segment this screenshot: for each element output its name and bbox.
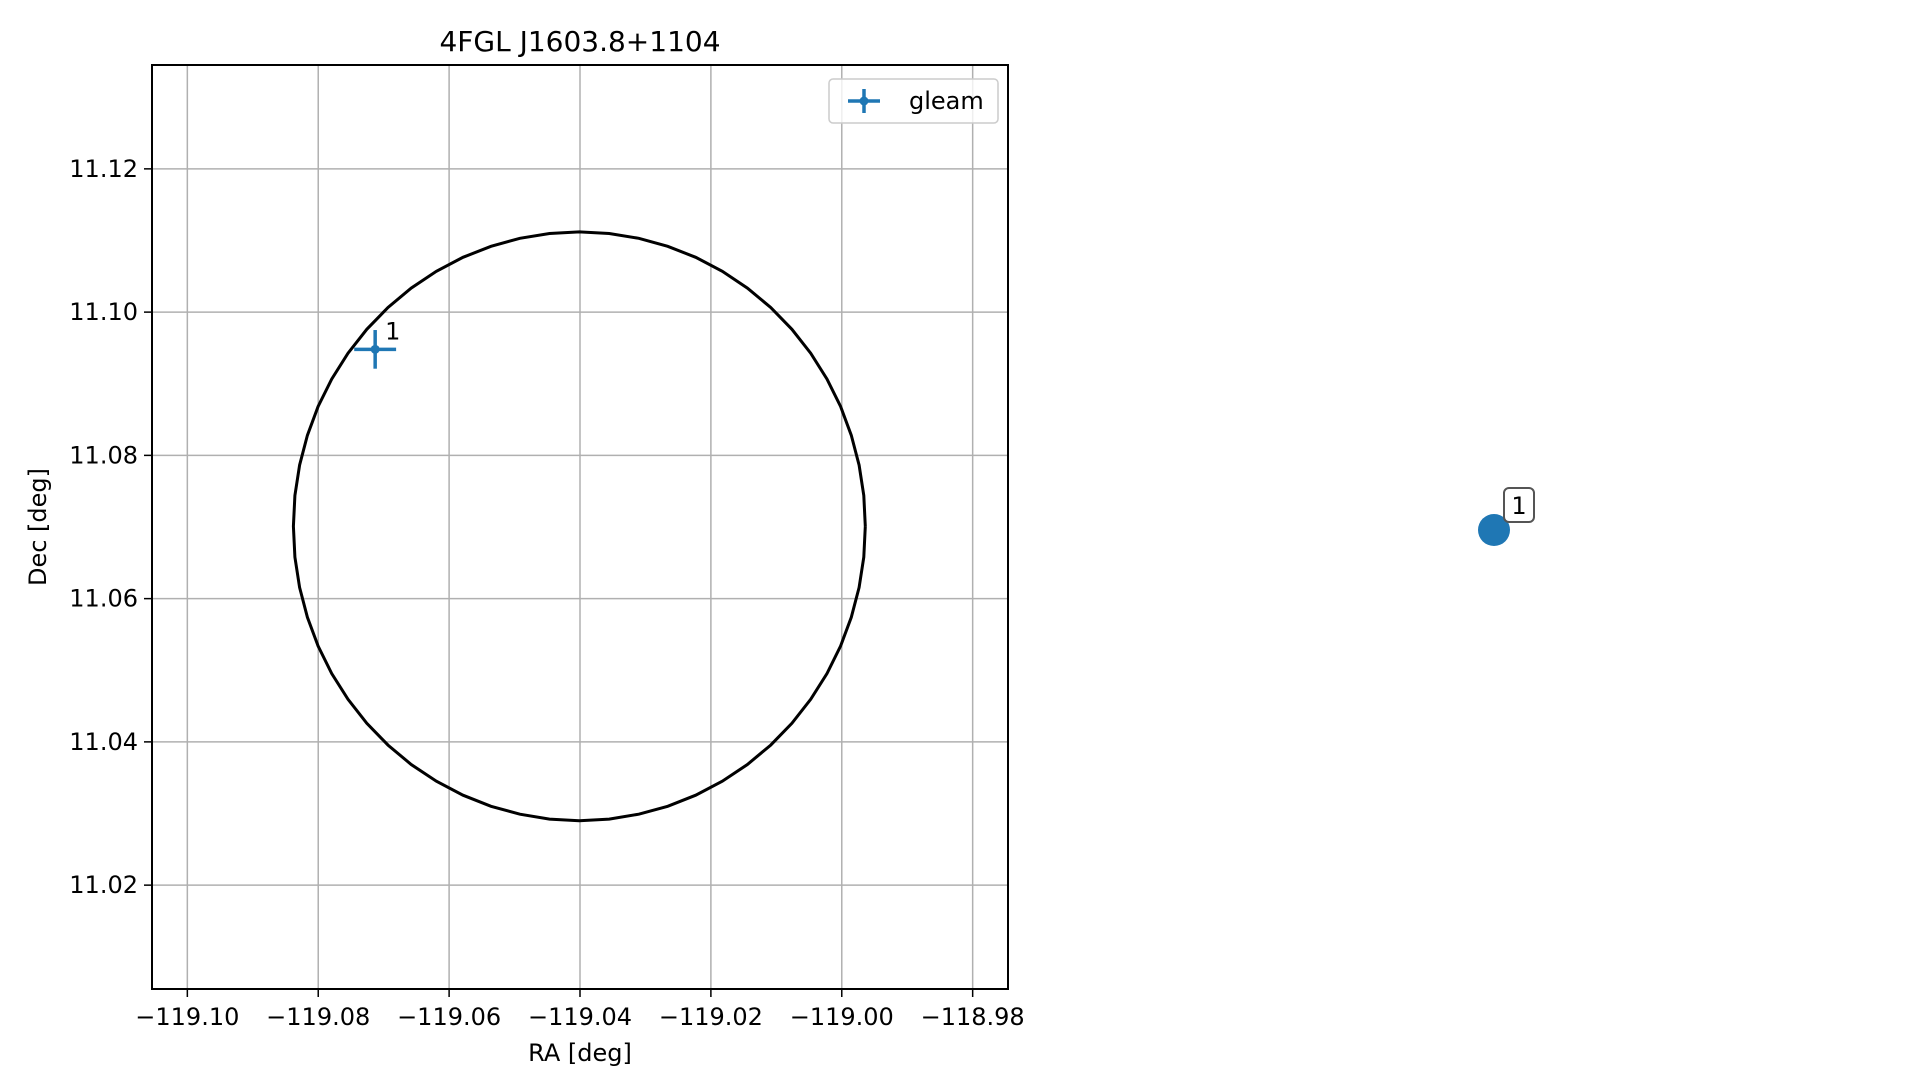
x-tick-label: −119.00	[790, 1003, 894, 1031]
x-tick-label: −119.06	[397, 1003, 501, 1031]
y-tick-label: 11.12	[69, 155, 138, 183]
x-axis-label: RA [deg]	[528, 1039, 632, 1067]
legend: gleam	[828, 78, 999, 124]
y-tick-label: 11.02	[69, 871, 138, 899]
x-tick-label: −119.02	[659, 1003, 763, 1031]
y-tick-label: 11.10	[69, 298, 138, 326]
y-axis-ticks: 11.02 11.04 11.06 11.08 11.10 11.12	[69, 155, 152, 899]
y-axis-label: Dec [deg]	[24, 468, 52, 586]
secondary-plot: 1	[1478, 487, 1535, 546]
chart-title: 4FGL J1603.8+1104	[439, 25, 720, 58]
points-layer: 1	[354, 317, 400, 369]
x-tick-label: −119.08	[266, 1003, 370, 1031]
secondary-point-label: 1	[1511, 492, 1526, 520]
y-tick-label: 11.08	[69, 441, 138, 469]
x-tick-label: −118.98	[921, 1003, 1025, 1031]
x-axis-ticks: −119.10 −119.08 −119.06 −119.04 −119.02 −119.…	[135, 989, 1025, 1031]
x-tick-label: −119.10	[135, 1003, 239, 1031]
x-tick-label: −119.04	[528, 1003, 632, 1031]
legend-marker-dot	[859, 96, 869, 106]
y-tick-label: 11.04	[69, 728, 138, 756]
main-plot: 1 −119.10 −119.08 −119.06 −119.04 −119.02 −11…	[24, 25, 1025, 1067]
figure: 1 −119.10 −119.08 −119.06 −119.04 −119.02 −11…	[24, 25, 1535, 1067]
y-tick-label: 11.06	[69, 585, 138, 613]
data-point	[370, 344, 380, 354]
legend-entry-gleam: gleam	[909, 87, 984, 115]
grid-layer	[152, 65, 1008, 989]
data-point-label: 1	[385, 317, 400, 345]
